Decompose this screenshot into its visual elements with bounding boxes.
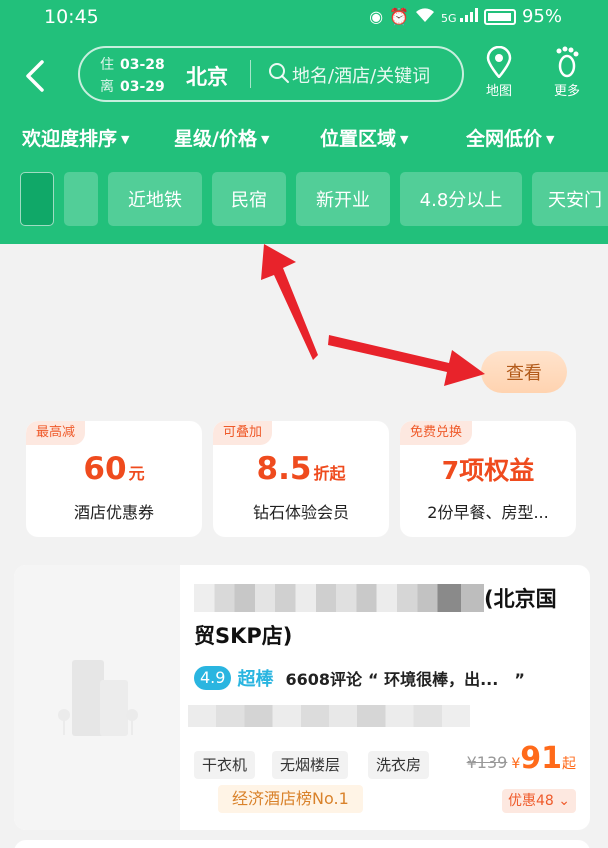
battery-percent: 95%	[521, 6, 562, 27]
benefit-value: 60 元	[26, 451, 202, 487]
date-picker[interactable]: 住 03-28 离 03-29	[100, 54, 165, 98]
benefit-desc: 酒店优惠券	[73, 503, 154, 522]
divider	[250, 60, 251, 88]
rank-badge: 经济酒店榜No.1	[218, 785, 363, 813]
checkout-label: 离	[100, 79, 114, 95]
caret-down-icon: ▼	[546, 133, 555, 146]
hotel-thumbnail[interactable]	[14, 565, 180, 830]
filter-bar: 欢迎度排序 ▼ 星级/价格 ▼ 位置区域 ▼ 全网低价 ▼	[0, 124, 608, 156]
signal-icon: 5G	[441, 8, 478, 25]
back-button[interactable]	[24, 58, 54, 94]
arrow-right-icon	[328, 335, 485, 386]
map-pin-icon	[474, 44, 524, 80]
status-icons: ◉ ⏰ 5G 95%	[369, 6, 562, 27]
quick-tag[interactable]: 新开业	[296, 172, 390, 226]
chevron-down-icon: ⌄	[558, 793, 570, 809]
quick-tags: 近地铁 民宿 新开业 4.8分以上 天安门	[0, 172, 608, 228]
search-input[interactable]: 地名/酒店/关键词	[292, 62, 430, 88]
filter-label: 全网低价	[466, 128, 543, 150]
benefit-card-coupon[interactable]: 最高减 60 元 酒店优惠券	[26, 421, 202, 537]
benefit-unit: 元	[128, 464, 145, 483]
currency-symbol: ¥	[511, 756, 521, 772]
building-placeholder-icon	[58, 660, 138, 736]
hotel-name[interactable]: (北京国贸SKP店)	[194, 581, 574, 655]
review-quote: “ 环境很棒，出... ”	[368, 670, 525, 689]
benefit-card-rights[interactable]: 免费兑换 7项权益 2份早餐、房型...	[400, 421, 576, 537]
view-button[interactable]: 查看	[481, 351, 567, 393]
amenity-tag: 无烟楼层	[272, 751, 349, 779]
benefit-badge: 可叠加	[213, 421, 273, 445]
amenity-tag: 洗衣房	[368, 751, 430, 779]
filter-label: 星级/价格	[174, 128, 257, 150]
score-badge: 4.9	[194, 666, 232, 690]
filter-star-price[interactable]: 星级/价格 ▼	[174, 124, 269, 151]
quick-tag[interactable]: 近地铁	[108, 172, 202, 226]
map-button[interactable]: 地图	[474, 44, 524, 99]
more-button[interactable]: 更多	[542, 44, 592, 99]
chevron-left-icon	[26, 60, 44, 92]
status-bar: 10:45 ◉ ⏰ 5G 95%	[0, 0, 608, 36]
benefit-amount: 60	[83, 451, 127, 487]
search-bar[interactable]: 住 03-28 离 03-29 北京 地名/酒店/关键词	[78, 46, 464, 102]
quick-tag-empty[interactable]	[64, 172, 98, 226]
next-hotel-card[interactable]	[14, 840, 590, 848]
more-label: 更多	[553, 84, 580, 99]
current-price: 91	[520, 741, 562, 776]
checkout-date: 03-29	[120, 79, 165, 95]
blurred-location	[188, 705, 470, 727]
caret-down-icon: ▼	[260, 133, 270, 146]
hotel-card[interactable]: (北京国贸SKP店) 4.9 超棒 6608评论 “ 环境很棒，出... ” 干…	[14, 565, 590, 830]
map-label: 地图	[485, 84, 512, 99]
filter-location[interactable]: 位置区域 ▼	[320, 124, 408, 151]
filter-label: 位置区域	[320, 128, 397, 150]
caret-down-icon: ▼	[400, 133, 409, 146]
benefit-amount: 8.5	[256, 451, 312, 487]
arrow-up-icon	[261, 244, 318, 360]
hotel-price: ¥139 ¥91起	[467, 741, 576, 776]
benefit-amount: 7项权益	[441, 456, 535, 485]
quick-tag[interactable]: 天安门	[532, 172, 608, 226]
city-selector[interactable]: 北京	[186, 61, 228, 91]
wifi-icon	[415, 7, 435, 27]
quick-tag-selected[interactable]	[20, 172, 54, 226]
filter-sort[interactable]: 欢迎度排序 ▼	[22, 124, 129, 151]
promo-badge[interactable]: 优惠48 ⌄	[501, 789, 576, 813]
benefit-value: 7项权益	[400, 451, 576, 487]
blurred-name	[194, 584, 484, 612]
header: 10:45 ◉ ⏰ 5G 95% 住 03-28 离 03-29 北京 地名/酒店/	[0, 0, 608, 244]
hotel-rating: 4.9 超棒 6608评论 “ 环境很棒，出... ”	[194, 665, 525, 691]
caret-down-icon: ▼	[121, 133, 130, 146]
quick-tag[interactable]: 民宿	[212, 172, 286, 226]
benefit-badge: 最高减	[26, 421, 86, 445]
filter-lowest-price[interactable]: 全网低价 ▼	[466, 124, 554, 151]
benefit-badge: 免费兑换	[400, 421, 473, 445]
original-price: ¥139	[466, 753, 508, 772]
review-count: 6608评论	[285, 670, 362, 689]
promo-label: 优惠48	[507, 793, 554, 809]
battery-icon	[483, 8, 516, 25]
checkin-date: 03-28	[120, 57, 165, 73]
status-time: 10:45	[44, 6, 99, 28]
benefit-desc: 2份早餐、房型...	[427, 503, 549, 522]
score-label: 超棒	[237, 669, 274, 690]
benefit-card-member[interactable]: 可叠加 8.5 折起 钻石体验会员	[213, 421, 389, 537]
benefit-value: 8.5 折起	[213, 451, 389, 487]
amenity-tag: 干衣机	[194, 751, 256, 779]
quick-tag[interactable]: 4.8分以上	[400, 172, 522, 226]
checkin-label: 住	[100, 57, 114, 73]
eye-icon: ◉	[369, 7, 384, 26]
benefit-desc: 钻石体验会员	[252, 503, 349, 522]
filter-label: 欢迎度排序	[22, 128, 118, 150]
footprint-icon	[542, 44, 592, 80]
price-suffix: 起	[562, 756, 576, 772]
search-icon	[268, 62, 290, 84]
alarm-icon: ⏰	[389, 7, 409, 26]
signal-label: 5G	[440, 12, 457, 25]
benefit-unit: 折起	[313, 464, 346, 483]
